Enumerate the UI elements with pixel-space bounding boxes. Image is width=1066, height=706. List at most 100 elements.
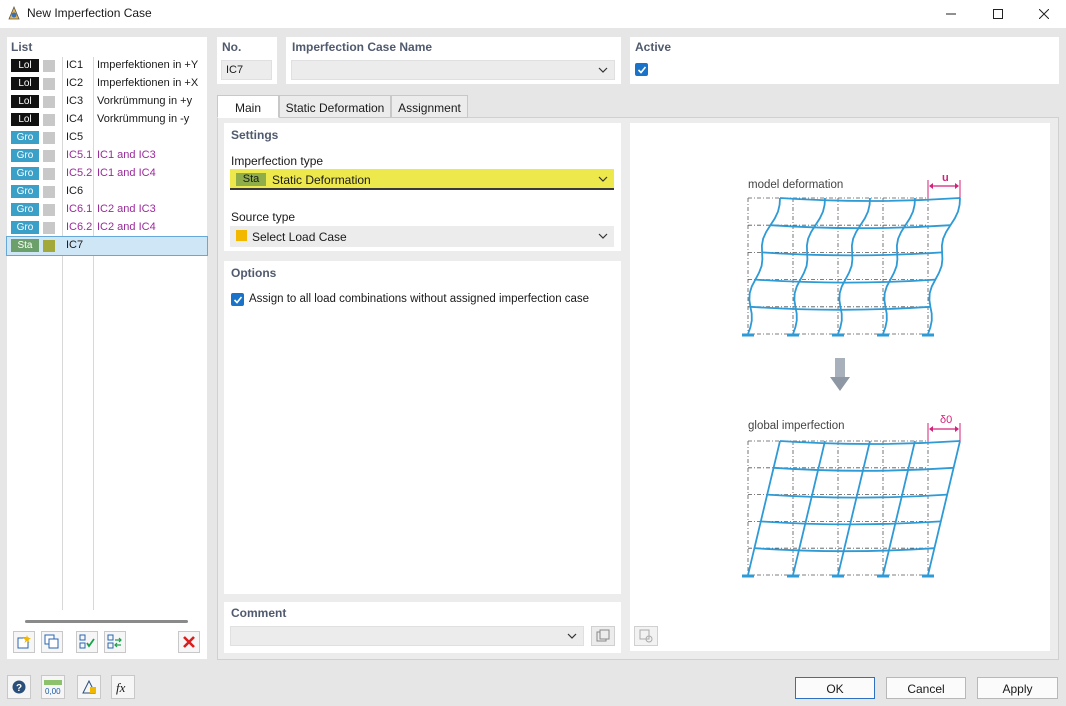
close-button[interactable] (1021, 0, 1066, 28)
color-swatch (43, 150, 55, 162)
close-icon (1039, 9, 1049, 19)
assign-all-label: Assign to all load combinations without … (249, 293, 590, 305)
case-number: IC6.1 (66, 203, 93, 215)
settings-header: Settings (231, 128, 279, 142)
load-case-swatch (236, 230, 247, 241)
list-item[interactable]: Sta IC7 (6, 236, 208, 256)
frame-column (747, 440, 781, 576)
imperfection-type-value: Static Deformation (272, 173, 371, 187)
info-button[interactable] (77, 675, 101, 699)
arrow-head (929, 183, 933, 189)
case-description: IC1 and IC4 (97, 167, 156, 179)
list-item[interactable]: Gro IC6 (7, 183, 207, 201)
decimal-places-icon: 0,00 (44, 680, 62, 695)
category-badge: Lol (11, 77, 39, 90)
case-number: IC5 (66, 131, 84, 143)
case-description: Imperfektionen in +X (97, 77, 199, 89)
frame-column (882, 440, 916, 576)
cancel-button[interactable]: Cancel (886, 677, 966, 699)
list-item[interactable]: Lol IC1 Imperfektionen in +Y (7, 57, 207, 75)
delete-item-button[interactable] (178, 631, 200, 653)
delete-icon (183, 636, 195, 648)
chevron-down-icon (598, 233, 608, 239)
frame-column (792, 197, 826, 335)
category-badge: Gro (11, 167, 39, 180)
source-type-dropdown[interactable]: Select Load Case (230, 226, 614, 247)
list-item[interactable]: Gro IC5 (7, 129, 207, 147)
color-swatch (43, 132, 55, 144)
formula-icon: fx (116, 680, 126, 695)
settings-panel: Settings Imperfection type Sta Static De… (224, 123, 621, 251)
list-item[interactable]: Gro IC6.2 IC2 and IC4 (7, 219, 207, 237)
case-number: IC5.2 (66, 167, 93, 179)
svg-text:?: ? (16, 683, 22, 694)
case-number: IC7 (66, 239, 84, 251)
name-dropdown[interactable] (291, 60, 615, 80)
assign-all-checkbox[interactable] (231, 293, 244, 306)
color-swatch (43, 186, 55, 198)
list-item[interactable]: Lol IC4 Vorkrümmung in -y (7, 111, 207, 129)
list-item[interactable]: Lol IC2 Imperfektionen in +X (7, 75, 207, 93)
maximize-button[interactable] (975, 0, 1021, 28)
new-item-button[interactable] (13, 631, 35, 653)
options-panel: Options Assign to all load combinations … (224, 261, 621, 594)
list-item[interactable]: Gro IC6.1 IC2 and IC3 (7, 201, 207, 219)
case-description: IC1 and IC3 (97, 149, 156, 161)
ok-button[interactable]: OK (795, 677, 875, 699)
name-label: Imperfection Case Name (292, 40, 433, 54)
comment-dropdown[interactable] (230, 626, 584, 646)
tab-assignment[interactable]: Assignment (391, 95, 468, 118)
number-field[interactable]: IC7 (221, 60, 272, 80)
color-swatch (43, 114, 55, 126)
color-swatch (43, 168, 55, 180)
number-panel: No. IC7 (217, 37, 277, 84)
list-item[interactable]: Lol IC3 Vorkrümmung in +y (7, 93, 207, 111)
frame-column (792, 440, 826, 576)
toggle-check-button[interactable] (104, 631, 126, 653)
arrow-head (955, 426, 959, 432)
tab-main[interactable]: Main (217, 95, 279, 118)
title-bar: New Imperfection Case (0, 0, 1066, 28)
type-badge: Sta (236, 173, 266, 186)
copy-item-button[interactable] (41, 631, 63, 653)
frame-column (837, 197, 871, 335)
category-badge: Lol (11, 95, 39, 108)
category-badge: Gro (11, 203, 39, 216)
tab-static-deformation[interactable]: Static Deformation (279, 95, 391, 118)
category-badge: Sta (11, 239, 39, 252)
picture-settings-icon (639, 629, 653, 643)
case-number: IC5.1 (66, 149, 93, 161)
color-swatch (43, 78, 55, 90)
comment-panel: Comment (224, 602, 621, 653)
model-info-icon (82, 679, 96, 694)
toggle-check-icon (107, 634, 122, 649)
color-swatch (43, 204, 55, 216)
minimize-button[interactable] (928, 0, 974, 28)
check-all-icon (79, 634, 95, 649)
list-panel: List Lol IC1 Imperfektionen in +Y Lol IC2 Imp… (6, 37, 208, 659)
case-number: IC2 (66, 77, 84, 89)
color-swatch (43, 222, 55, 234)
new-item-icon (17, 635, 31, 649)
comment-library-button[interactable] (591, 626, 615, 646)
illustration-panel: model deformation global imperfection u … (630, 123, 1050, 651)
chevron-down-icon (598, 67, 608, 73)
illustration-options-button[interactable] (634, 626, 658, 646)
list-item[interactable]: Gro IC5.2 IC1 and IC4 (7, 165, 207, 183)
imperfection-delta-label: δ0 (940, 414, 952, 426)
apply-button[interactable]: Apply (977, 677, 1058, 699)
check-all-button[interactable] (76, 631, 98, 653)
case-description: IC2 and IC4 (97, 221, 156, 233)
units-button[interactable]: 0,00 (41, 675, 65, 699)
list-item[interactable]: Gro IC5.1 IC1 and IC3 (7, 147, 207, 165)
case-description: Vorkrümmung in -y (97, 113, 190, 125)
svg-text:0,00: 0,00 (45, 687, 61, 695)
down-arrow-icon (830, 358, 850, 391)
horizontal-scrollbar[interactable] (25, 620, 188, 623)
imperfection-type-dropdown[interactable]: Sta Static Deformation (230, 169, 614, 190)
active-checkbox[interactable] (635, 63, 648, 76)
help-button[interactable]: ? (7, 675, 31, 699)
model-deformation-label: model deformation (748, 179, 843, 191)
formula-button[interactable]: fx (111, 675, 135, 699)
arrow-head (929, 426, 933, 432)
